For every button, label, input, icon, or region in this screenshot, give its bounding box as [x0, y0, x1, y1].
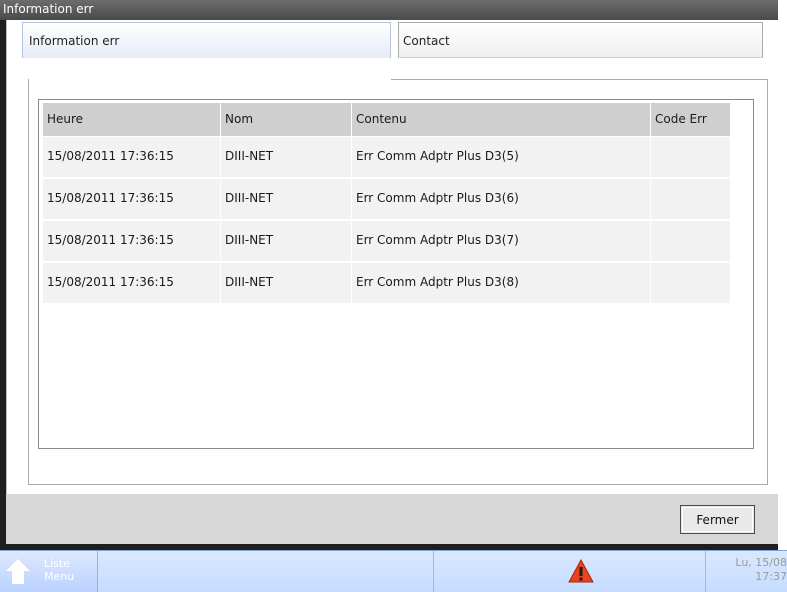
column-header-contenu[interactable]: Contenu — [352, 103, 651, 136]
taskbar-separator — [705, 551, 706, 592]
cell-nom: DIII-NET — [221, 263, 352, 303]
table-row[interactable]: 15/08/2011 17:36:15 DIII-NET Err Comm Ad… — [43, 179, 731, 219]
datetime-display: Lu, 15/08 17:37 — [735, 556, 787, 584]
cell-code-err — [651, 179, 731, 219]
table-row[interactable]: 15/08/2011 17:36:15 DIII-NET Err Comm Ad… — [43, 263, 731, 303]
cell-contenu: Err Comm Adptr Plus D3(5) — [352, 137, 651, 177]
dialog-footer: Fermer — [6, 494, 778, 544]
table-row[interactable]: 15/08/2011 17:36:15 DIII-NET Err Comm Ad… — [43, 221, 731, 261]
cell-contenu: Err Comm Adptr Plus D3(7) — [352, 221, 651, 261]
table-header: Heure Nom Contenu Code Err — [43, 103, 731, 136]
time-text: 17:37 — [755, 570, 787, 583]
tab-information-err[interactable]: Information err — [22, 22, 391, 58]
menu-label-line2: Menu — [44, 570, 75, 583]
cell-heure: 15/08/2011 17:36:15 — [43, 221, 221, 261]
warning-icon[interactable] — [568, 559, 594, 583]
cell-code-err — [651, 263, 731, 303]
cell-heure: 15/08/2011 17:36:15 — [43, 137, 221, 177]
cell-heure: 15/08/2011 17:36:15 — [43, 263, 221, 303]
menu-label-line1: Liste — [44, 557, 70, 570]
taskbar-separator — [433, 551, 434, 592]
tab-contact[interactable]: Contact — [398, 22, 763, 58]
table-row[interactable]: 15/08/2011 17:36:15 DIII-NET Err Comm Ad… — [43, 137, 731, 177]
cell-code-err — [651, 137, 731, 177]
date-text: Lu, 15/08 — [735, 556, 787, 569]
menu-list-button[interactable]: Liste Menu — [0, 551, 98, 592]
cell-code-err — [651, 221, 731, 261]
error-table: Heure Nom Contenu Code Err 15/08/2011 17… — [38, 99, 754, 449]
column-header-code-err[interactable]: Code Err — [651, 103, 731, 136]
cell-contenu: Err Comm Adptr Plus D3(8) — [352, 263, 651, 303]
tab-label: Information err — [29, 34, 120, 48]
tab-label: Contact — [403, 34, 450, 48]
cell-nom: DIII-NET — [221, 179, 352, 219]
window-title: Information err — [3, 2, 94, 16]
taskbar: Liste Menu Lu, 15/08 17:37 — [0, 550, 787, 592]
close-button[interactable]: Fermer — [680, 505, 755, 534]
cell-contenu: Err Comm Adptr Plus D3(6) — [352, 179, 651, 219]
column-header-nom[interactable]: Nom — [221, 103, 352, 136]
close-button-label: Fermer — [696, 513, 739, 527]
cell-nom: DIII-NET — [221, 221, 352, 261]
cell-heure: 15/08/2011 17:36:15 — [43, 179, 221, 219]
column-header-heure[interactable]: Heure — [43, 103, 221, 136]
up-arrow-icon-stem — [12, 570, 24, 584]
window: Information err Information err Contact … — [0, 0, 779, 550]
title-bar: Information err — [0, 0, 778, 20]
menu-list-label: Liste Menu — [44, 557, 74, 583]
cell-nom: DIII-NET — [221, 137, 352, 177]
